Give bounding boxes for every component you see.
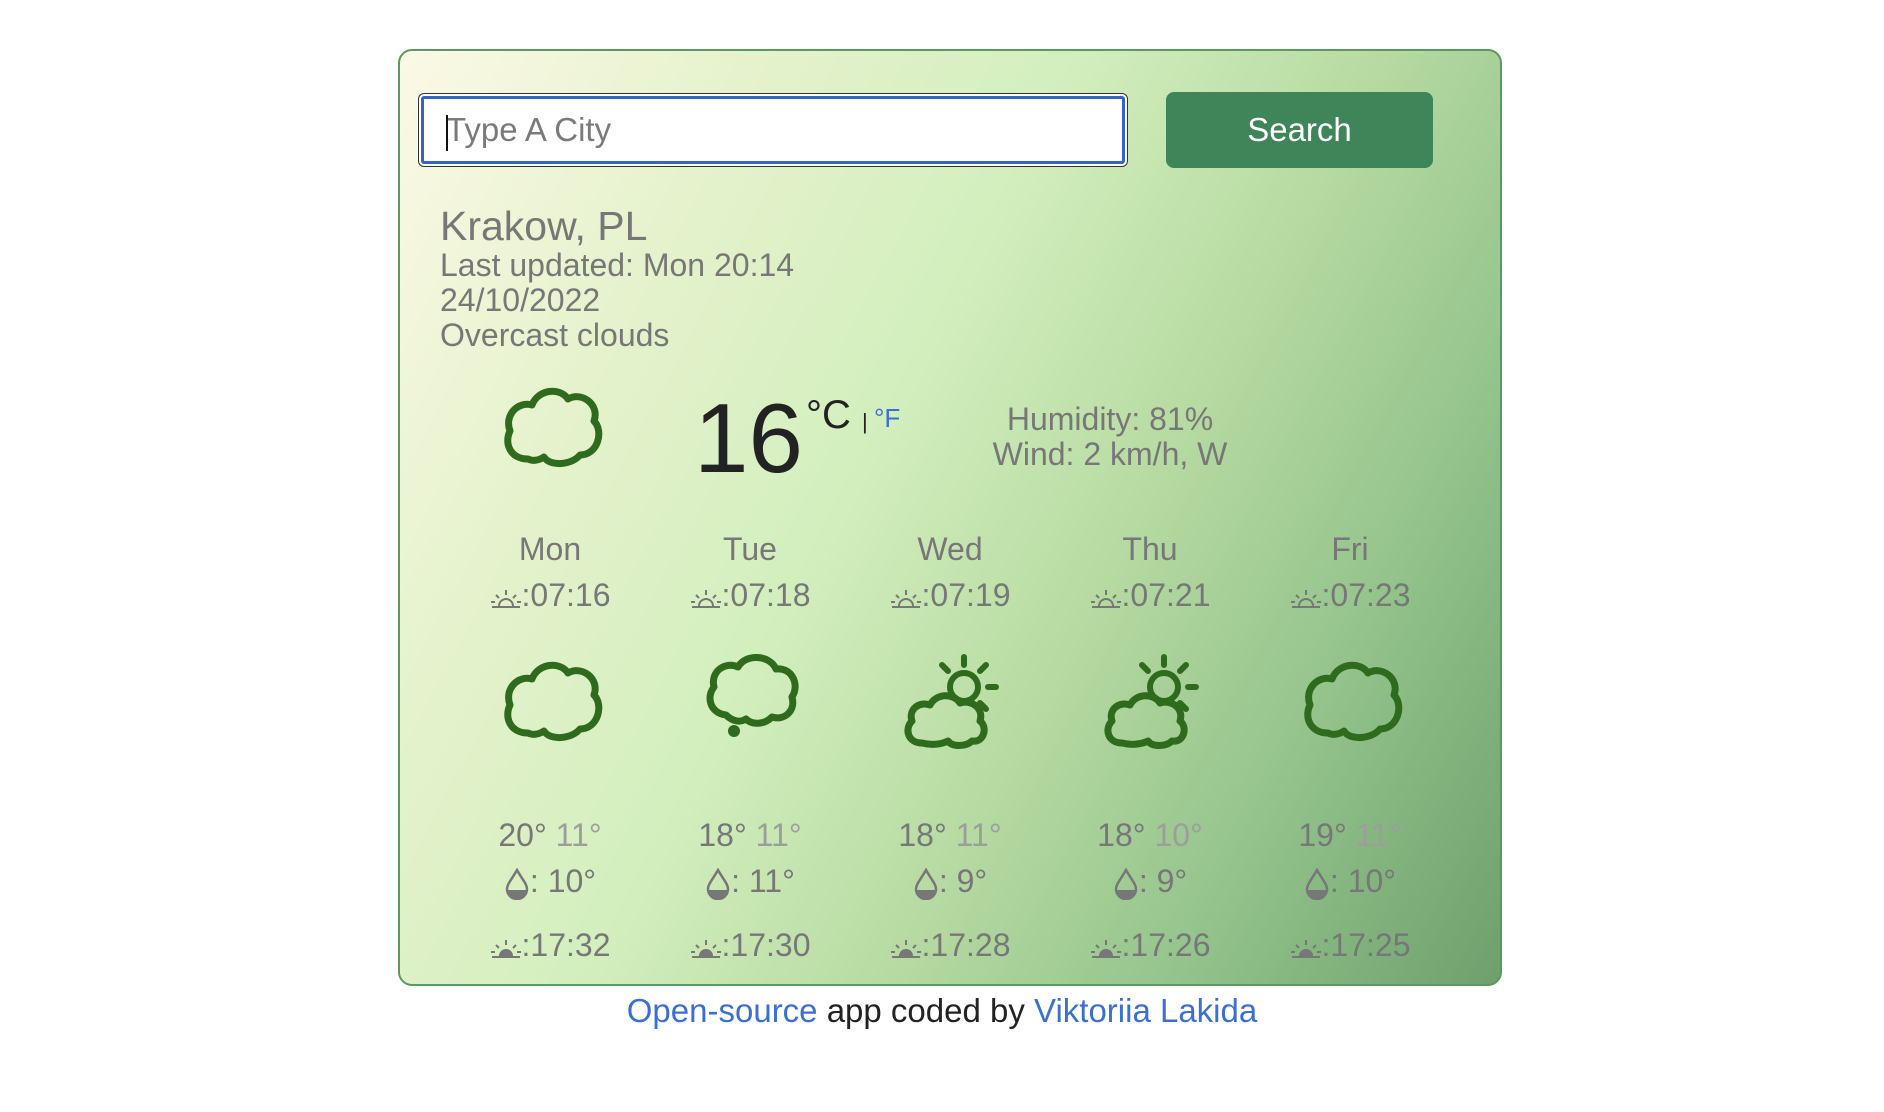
forecast-day-name: Tue	[723, 531, 777, 567]
sunset-time: :17:32	[521, 927, 611, 963]
forecast-sunrise: :07:23	[1250, 577, 1450, 614]
forecast-sunset: :17:25	[1250, 927, 1450, 964]
temp-max: 19°	[1298, 817, 1347, 853]
sunset-icon	[490, 939, 521, 958]
forecast-day: Thu :07:21 18° 10° : 9° :17:26	[1050, 531, 1250, 971]
sunrise-icon	[490, 589, 521, 608]
search-placeholder: Type A City	[446, 111, 612, 148]
temp-max: 18°	[898, 817, 947, 853]
search-input-wrapper[interactable]: Type A City	[418, 93, 1128, 167]
wind: Wind: 2 km/h, W	[992, 436, 1228, 472]
sunrise-time: :07:16	[521, 577, 611, 613]
search-button[interactable]: Search	[1166, 92, 1433, 168]
forecast-sunrise: :07:16	[450, 577, 650, 614]
cloud-icon	[1304, 661, 1403, 741]
sunset-icon	[1290, 939, 1321, 958]
last-updated: Last updated: Mon 20:14	[440, 247, 795, 283]
unit-fahrenheit-link[interactable]: °F	[874, 403, 900, 434]
cloud-icon	[504, 661, 603, 741]
forecast-day-name: Thu	[1122, 531, 1178, 567]
forecast-day-name: Wed	[917, 531, 983, 567]
partly-sunny-icon	[1104, 654, 1199, 749]
forecast-sunset: :17:30	[650, 927, 850, 964]
droplet-icon	[505, 867, 529, 900]
unit-celsius[interactable]: °C	[806, 393, 851, 438]
droplet-icon	[706, 867, 730, 900]
forecast-dew: : 9°	[850, 863, 1050, 900]
forecast: Mon :07:16 20° 11° : 10° :17:32 Tue :07:…	[450, 531, 1450, 971]
forecast-day: Tue :07:18 18° 11° : 11° :17:30	[650, 531, 850, 971]
city-name: Krakow, PL	[440, 203, 648, 249]
forecast-dew: : 11°	[650, 863, 850, 900]
forecast-dew: : 10°	[450, 863, 650, 900]
droplet-icon	[914, 867, 938, 900]
forecast-day-name: Fri	[1331, 531, 1369, 567]
temp-max: 18°	[698, 817, 747, 853]
current-date: 24/10/2022	[440, 282, 601, 318]
sunrise-icon	[1090, 589, 1121, 608]
sunset-time: :17:30	[721, 927, 811, 963]
cloud-drizzle-icon	[706, 654, 799, 737]
dew-value: : 10°	[1329, 863, 1397, 899]
partly-sunny-icon	[904, 654, 999, 749]
forecast-sunset: :17:26	[1050, 927, 1250, 964]
temp-max: 20°	[498, 817, 547, 853]
forecast-day: Wed :07:19 18° 11° : 9° :17:28	[850, 531, 1050, 971]
sunset-time: :17:25	[1321, 927, 1411, 963]
sunrise-time: :07:18	[721, 577, 811, 613]
open-source-link[interactable]: Open-source	[627, 992, 818, 1029]
forecast-sunrise: :07:19	[850, 577, 1050, 614]
dew-value: : 11°	[731, 863, 795, 899]
temp-min: 11°	[755, 817, 802, 853]
forecast-day: Mon :07:16 20° 11° : 10° :17:32	[450, 531, 650, 971]
sunset-icon	[1090, 939, 1121, 958]
sunset-icon	[690, 939, 721, 958]
temp-min: 11°	[555, 817, 602, 853]
temp-max: 18°	[1097, 817, 1146, 853]
city-search-input[interactable]: Type A City	[421, 96, 1125, 164]
forecast-sunrise: :07:21	[1050, 577, 1250, 614]
droplet-icon	[1114, 867, 1138, 900]
forecast-sunset: :17:28	[850, 927, 1050, 964]
dew-value: : 10°	[529, 863, 597, 899]
temp-min: 11°	[1355, 817, 1402, 853]
sunrise-time: :07:23	[1321, 577, 1411, 613]
forecast-sunset: :17:32	[450, 927, 650, 964]
sunrise-icon	[890, 589, 921, 608]
footer-text: app coded by	[817, 992, 1035, 1029]
forecast-day: Fri :07:23 19° 11° : 10° :17:25	[1250, 531, 1450, 971]
footer: Open-source app coded by Viktoriia Lakid…	[0, 992, 1884, 1030]
current-temperature: 16	[694, 383, 804, 493]
author-link[interactable]: Viktoriia Lakida	[1034, 992, 1257, 1029]
temp-min: 10°	[1154, 817, 1203, 853]
sunrise-icon	[1290, 589, 1321, 608]
weather-card: Type A City Search Krakow, PL Last updat…	[398, 49, 1502, 986]
sunset-time: :17:26	[1121, 927, 1211, 963]
weather-description: Overcast clouds	[440, 317, 670, 353]
forecast-temps: 20° 11°	[450, 817, 650, 854]
cloud-icon	[504, 387, 603, 467]
forecast-dew: : 10°	[1250, 863, 1450, 900]
sunset-time: :17:28	[921, 927, 1011, 963]
forecast-day-name: Mon	[518, 531, 582, 567]
sunrise-time: :07:21	[1121, 577, 1211, 613]
sunset-icon	[890, 939, 921, 958]
forecast-temps: 18° 10°	[1050, 817, 1250, 854]
forecast-dew: : 9°	[1050, 863, 1250, 900]
droplet-icon	[1305, 867, 1329, 900]
text-caret	[446, 115, 448, 151]
forecast-temps: 18° 11°	[650, 817, 850, 854]
dew-value: : 9°	[938, 863, 988, 899]
humidity: Humidity: 81%	[1006, 401, 1214, 437]
forecast-temps: 19° 11°	[1250, 817, 1450, 854]
forecast-temps: 18° 11°	[850, 817, 1050, 854]
sunrise-icon	[690, 589, 721, 608]
sunrise-time: :07:19	[921, 577, 1011, 613]
forecast-sunrise: :07:18	[650, 577, 850, 614]
unit-separator: |	[862, 409, 868, 434]
temp-min: 11°	[955, 817, 1002, 853]
dew-value: : 9°	[1138, 863, 1188, 899]
